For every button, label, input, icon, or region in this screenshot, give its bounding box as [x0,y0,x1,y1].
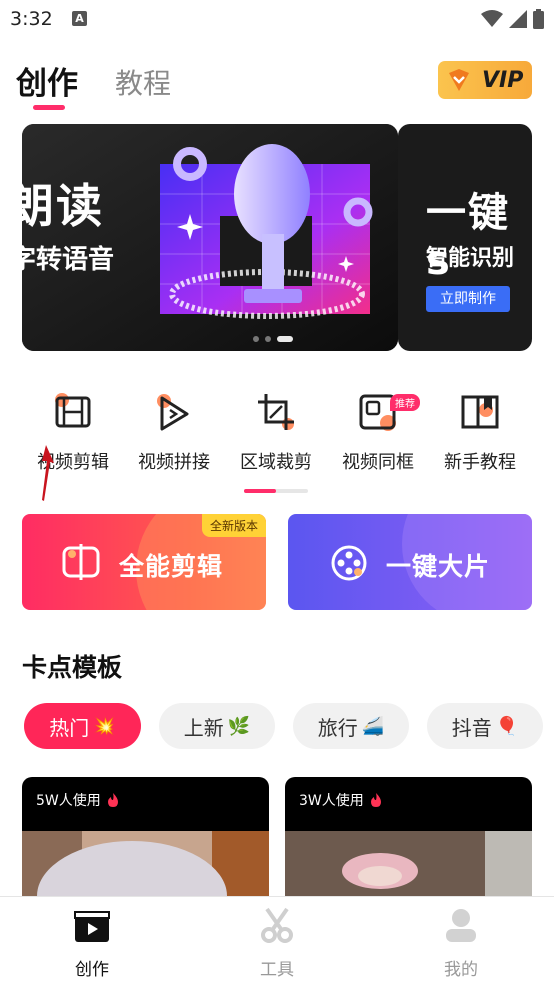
book-icon [460,392,500,432]
all-round-edit-card[interactable]: 全新版本 全能剪辑 [22,514,266,610]
nav-label: 工具 [260,960,294,980]
wifi-icon [481,10,503,27]
flame-icon [371,793,382,807]
nav-create[interactable]: 创作 [42,907,142,980]
template-usage: 3W人使用 [299,790,382,810]
flame-icon [108,793,119,807]
chip-label: 抖音 [451,715,492,740]
tool-label: 视频同框 [342,452,414,473]
tool-label: 视频拼接 [138,452,210,473]
clapperboard-icon [74,911,110,942]
crop-icon [256,392,296,432]
chip-hot[interactable]: 热门 💥 [24,703,141,749]
vip-button[interactable]: VIP [438,61,532,99]
chip-label: 热门 [49,715,90,740]
tool-label: 视频剪辑 [37,452,109,473]
tool-label: 新手教程 [444,452,516,473]
pager-dot [253,336,259,342]
film-reel-icon [331,545,367,581]
banner-title: 朗读 [22,179,104,233]
chip-label: 上新 [183,715,224,740]
template-usage-count: 3W人使用 [299,793,364,809]
nav-mine[interactable]: 我的 [411,907,511,980]
explosion-icon: 💥 [93,715,116,737]
banner-background [22,124,398,351]
tool-video-edit[interactable]: 视频剪辑 [23,392,123,474]
tool-area-crop[interactable]: 区域裁剪 [226,392,326,474]
banner-subtitle: 字转语音 [22,245,115,275]
banner-pager [253,336,293,342]
pager-dot [265,336,271,342]
status-time: 3:32 [10,8,53,30]
battery-icon [533,9,544,29]
tab-active-indicator [33,105,65,110]
new-version-badge: 全新版本 [201,514,266,537]
one-click-movie-card[interactable]: 一键大片 [288,514,532,610]
tool-video-join[interactable]: 视频拼接 [124,392,224,474]
status-bar: 3:32 A [0,0,554,40]
chip-new[interactable]: 上新 🌿 [159,703,275,749]
section-title: 卡点模板 [22,653,123,682]
red-arrow-annotation [42,445,54,501]
tools-scroll-thumb [244,489,276,493]
banner-slide-smart[interactable]: 一键s 智能识别 立即制作 [398,124,532,351]
nav-label: 我的 [444,960,478,980]
banner-make-now-button[interactable]: 立即制作 [426,286,510,312]
tool-beginner-guide[interactable]: 新手教程 [430,392,530,474]
tools-scroll-indicator [244,489,308,493]
tool-label: 区域裁剪 [240,452,312,473]
diamond-icon [449,69,469,91]
status-icons [481,8,544,30]
bottom-nav: 创作 工具 我的 [0,896,554,984]
template-usage-count: 5W人使用 [36,793,101,809]
template-usage: 5W人使用 [36,790,119,810]
nav-tools[interactable]: 工具 [227,907,327,980]
template-card[interactable]: 3W人使用 [285,777,532,907]
balloon-icon: 🎈 [495,715,519,737]
notification-a-icon: A [72,11,87,26]
play-join-icon [154,392,194,432]
leaf-icon: 🌿 [227,715,251,737]
chip-label: 旅行 [317,715,358,740]
tab-create[interactable]: 创作 [16,58,78,103]
one-click-movie-title: 一键大片 [386,552,491,581]
train-icon: 🚄 [361,715,385,737]
user-icon [446,909,476,942]
chip-douyin[interactable]: 抖音 🎈 [427,703,543,749]
film-icon [53,392,93,432]
scissors-icon [261,907,293,943]
all-round-edit-title: 全能剪辑 [119,552,224,581]
chip-travel[interactable]: 旅行 🚄 [293,703,409,749]
split-icon [62,544,100,580]
recommend-badge: 推荐 [390,394,420,411]
pager-dot-active [277,336,293,342]
tab-tutorial[interactable]: 教程 [115,62,171,102]
nav-label: 创作 [75,960,109,980]
banner-slide-tts[interactable]: 朗读 字转语音 [22,124,398,351]
signal-icon [509,10,527,28]
template-card[interactable]: 5W人使用 [22,777,269,907]
vip-label: VIP [482,67,524,93]
banner-side-subtitle: 智能识别 [426,246,515,271]
